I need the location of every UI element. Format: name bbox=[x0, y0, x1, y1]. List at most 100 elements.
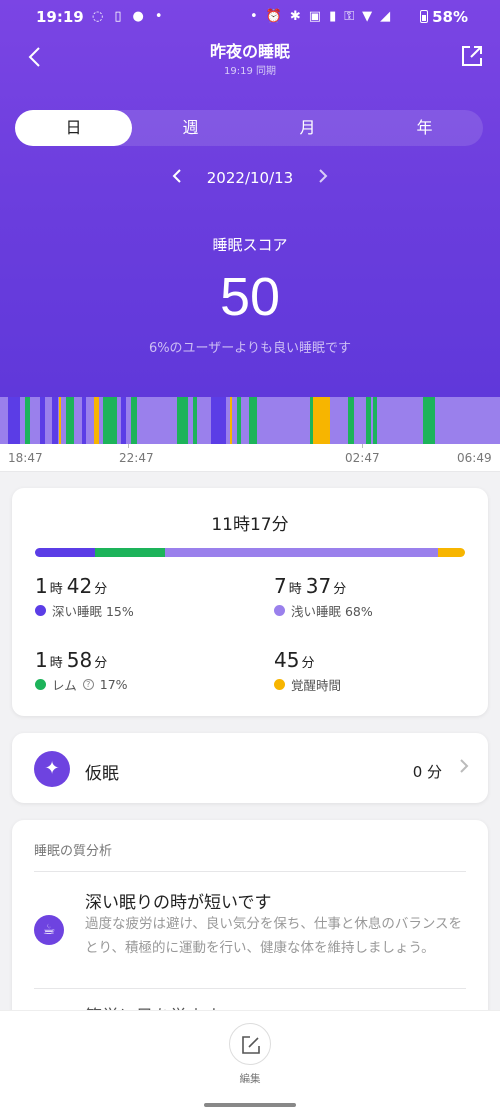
sparkle-icon: ✦ bbox=[34, 751, 70, 787]
hour-unit: 時 bbox=[49, 582, 63, 597]
stage-segment-rem bbox=[193, 397, 197, 444]
divider bbox=[34, 871, 466, 872]
minute-unit: 分 bbox=[94, 582, 108, 597]
chevron-right-icon bbox=[460, 759, 469, 773]
wifi-icon: ▼ bbox=[362, 9, 373, 24]
minute-unit: 分 bbox=[333, 582, 347, 597]
bar-awake bbox=[438, 548, 465, 557]
tab-week[interactable]: 週 bbox=[132, 110, 249, 146]
divider bbox=[34, 988, 466, 989]
hour-unit: 時 bbox=[49, 656, 63, 671]
light-hours: 7 bbox=[274, 574, 287, 598]
battery-icon bbox=[420, 10, 429, 23]
analysis-item-body: 過度な疲労は避け、良い気分を保ち、仕事と休息のバランスをとり、積極的に運動を行い… bbox=[85, 916, 463, 956]
rem-dot-icon bbox=[35, 679, 46, 690]
battery-level: 58% bbox=[432, 8, 468, 26]
tab-year[interactable]: 年 bbox=[366, 110, 483, 146]
next-date-button[interactable] bbox=[316, 166, 330, 186]
date-label: 2022/10/13 bbox=[206, 169, 294, 187]
status-bar: 19:19 ◌ ▯ ● • • ⏰ ✱ ▣ ▮ ⚿ ▼ ◢ 58% bbox=[0, 0, 500, 34]
sleep-stage-timeline[interactable] bbox=[0, 397, 500, 444]
stage-segment-rem bbox=[66, 397, 74, 444]
stat-rem: 1 時 58 分 レム? 17% bbox=[35, 648, 235, 694]
app-icon: ● bbox=[132, 9, 144, 24]
stage-segment-deep bbox=[40, 397, 45, 444]
axis-label: 22:47 bbox=[119, 451, 154, 465]
stat-deep: 1 時 42 分 深い睡眠 15% bbox=[35, 574, 235, 620]
battery: 58% bbox=[420, 8, 468, 26]
nap-row[interactable]: ✦ 仮眠 0 分 bbox=[12, 733, 488, 803]
alarm-icon: ⏰ bbox=[265, 9, 282, 24]
rem-minutes: 58 bbox=[66, 648, 93, 672]
minute-unit: 分 bbox=[94, 656, 108, 671]
analysis-title: 睡眠の質分析 bbox=[34, 844, 113, 859]
date-selector: 2022/10/13 bbox=[0, 166, 500, 190]
home-indicator[interactable] bbox=[204, 1103, 296, 1107]
stage-segment-awake bbox=[230, 397, 232, 444]
phone-icon: ▯ bbox=[114, 9, 122, 24]
notification-icon: ◌ bbox=[92, 9, 104, 24]
signal-icon: ◢ bbox=[380, 9, 391, 24]
light-dot-icon bbox=[274, 605, 285, 616]
stage-segment-deep bbox=[52, 397, 58, 444]
deep-minutes: 42 bbox=[66, 574, 93, 598]
stage-ratio-bar bbox=[35, 548, 465, 557]
bar-deep bbox=[35, 548, 95, 557]
stage-segment-rem bbox=[423, 397, 435, 444]
stage-segment-awake bbox=[313, 397, 330, 444]
stage-segment-rem bbox=[103, 397, 117, 444]
period-tabs: 日 週 月 年 bbox=[15, 110, 483, 146]
stage-segment-awake bbox=[94, 397, 99, 444]
bar-rem bbox=[95, 548, 165, 557]
help-icon[interactable]: ? bbox=[82, 679, 94, 690]
system-icons: • ⏰ ✱ ▣ ▮ ⚿ ▼ ◢ bbox=[250, 9, 390, 24]
edit-label: 編集 bbox=[239, 1073, 261, 1085]
stage-segment-rem bbox=[348, 397, 354, 444]
tab-month[interactable]: 月 bbox=[249, 110, 366, 146]
sync-time: 19:19 同期 bbox=[224, 66, 276, 77]
nap-value: 0 分 bbox=[412, 763, 442, 781]
total-sleep-time: 11時17分 bbox=[211, 515, 289, 535]
stage-segment-rem bbox=[25, 397, 30, 444]
stage-segment-rem bbox=[249, 397, 257, 444]
rem-label: レム bbox=[52, 678, 77, 693]
deep-label: 深い睡眠 15% bbox=[52, 604, 134, 619]
stat-light: 7 時 37 分 浅い睡眠 68% bbox=[274, 574, 474, 620]
nap-label: 仮眠 bbox=[85, 764, 119, 784]
stage-segment-rem bbox=[177, 397, 188, 444]
tab-day[interactable]: 日 bbox=[15, 110, 132, 146]
light-minutes: 37 bbox=[305, 574, 332, 598]
key-icon: ⚿ bbox=[344, 9, 355, 24]
cup-icon: ☕ bbox=[34, 915, 64, 945]
rem-hours: 1 bbox=[35, 648, 48, 672]
score-description: 6%のユーザーよりも良い睡眠です bbox=[148, 341, 352, 356]
sleep-summary-card[interactable]: 11時17分 1 時 42 分 深い睡眠 15% 7 時 37 分 浅い睡眠 68% 1時5… bbox=[12, 488, 488, 716]
bottom-bar: 編集 bbox=[0, 1010, 500, 1111]
stage-segment-rem bbox=[366, 397, 371, 444]
stage-segment-deep bbox=[82, 397, 86, 444]
minute-unit: 分 bbox=[301, 656, 315, 671]
rem-percent: 17% bbox=[99, 677, 128, 692]
axis-label-end: 06:49 bbox=[457, 451, 492, 465]
sleep-score: 50 bbox=[219, 267, 281, 327]
notification-icons: ◌ ▯ ● • bbox=[92, 9, 163, 24]
share-button[interactable] bbox=[460, 44, 484, 68]
bluetooth-icon: ✱ bbox=[289, 9, 301, 24]
axis-label: 02:47 bbox=[345, 451, 380, 465]
axis-tick bbox=[362, 444, 363, 448]
light-label: 浅い睡眠 68% bbox=[291, 604, 373, 619]
edit-icon bbox=[242, 1036, 260, 1054]
awake-label: 覚醒時間 bbox=[291, 678, 342, 693]
edit-button[interactable] bbox=[229, 1023, 271, 1065]
axis-tick bbox=[128, 444, 129, 448]
stage-segment-rem bbox=[373, 397, 377, 444]
dot-icon: • bbox=[250, 9, 258, 24]
axis-label-start: 18:47 bbox=[8, 451, 43, 465]
stat-awake: 45 分 覚醒時間 bbox=[274, 648, 474, 694]
page-title: 昨夜の睡眠 bbox=[209, 42, 290, 61]
status-time: 19:19 bbox=[36, 8, 84, 26]
vibrate-icon: ▮ bbox=[329, 9, 337, 24]
stage-segment-awake bbox=[59, 397, 61, 444]
analysis-item-title: 深い眠りの時が短いです bbox=[85, 893, 272, 913]
deep-hours: 1 bbox=[35, 574, 48, 598]
